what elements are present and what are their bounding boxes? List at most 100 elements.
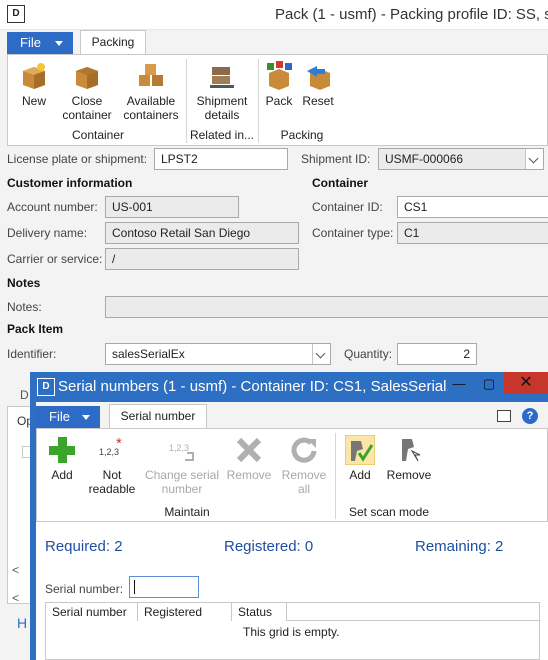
registered-label: Registered: (224, 538, 301, 555)
scan-mode-add-label: Add (349, 468, 371, 482)
pack-window-titlebar: D Pack (1 - usmf) - Packing profile ID: … (0, 0, 548, 30)
chevron-down-icon (55, 41, 63, 46)
change-serial-number-button[interactable]: 1,2,3 Change serial number (141, 435, 223, 496)
serial-number-label: Serial number: (45, 582, 124, 596)
pack-button[interactable]: Pack (262, 61, 296, 108)
carrier-label: Carrier or service: (7, 252, 103, 266)
shipment-id-label: Shipment ID: (301, 152, 371, 166)
tab-packing[interactable]: Packing (80, 30, 146, 55)
remaining-label: Remaining: (415, 538, 491, 555)
serial-grid-header: Serial number Registered Status (46, 603, 539, 621)
background-grid (7, 406, 32, 604)
new-button-label: New (21, 94, 46, 108)
serial-grid[interactable]: Serial number Registered Status This gri… (45, 602, 540, 660)
identifier-field[interactable]: salesSerialEx (105, 343, 331, 365)
change-serial-label-1: Change serial (144, 468, 220, 482)
new-container-icon (23, 63, 45, 89)
available-containers-label-2: containers (123, 108, 179, 122)
shipment-details-label-1: Shipment (196, 94, 248, 108)
scan-mode-remove-label: Remove (386, 468, 432, 482)
container-id-label: Container ID: (312, 200, 383, 214)
not-readable-icon: 1,2,3 * (99, 435, 122, 457)
quantity-label: Quantity: (344, 347, 393, 361)
close-container-label-2: container (62, 108, 112, 122)
identifier-value: salesSerialEx (112, 347, 185, 361)
tab-serial-number[interactable]: Serial number (109, 404, 207, 429)
registered-count: Registered: 0 (224, 538, 313, 555)
grid-column-serial-number[interactable]: Serial number (46, 603, 138, 621)
grid-column-registered[interactable]: Registered (138, 603, 232, 621)
serial-numbers-window: D Serial numbers (1 - usmf) - Container … (30, 372, 548, 660)
reset-button[interactable]: Reset (298, 61, 338, 108)
scan-mode-remove-button[interactable]: Remove (383, 435, 435, 482)
file-tab[interactable]: File (7, 32, 73, 54)
shipment-details-label-2: details (204, 108, 240, 122)
remaining-count: Remaining: 2 (415, 538, 503, 555)
scan-mode-add-button[interactable]: Add (339, 435, 381, 482)
reset-icon (307, 66, 330, 90)
chevron-down-icon (82, 415, 90, 420)
remove-serial-button[interactable]: Remove (225, 435, 273, 482)
notes-header: Notes (7, 276, 41, 290)
add-serial-label: Add (51, 468, 73, 482)
close-container-icon (76, 67, 98, 89)
scroll-left-icon[interactable]: < (12, 591, 19, 605)
container-type-field[interactable]: C1 (397, 222, 548, 244)
chevron-down-icon[interactable] (312, 344, 330, 364)
ribbon-tab-bar: File Packing (0, 30, 548, 55)
svg-text:*: * (116, 435, 122, 452)
new-button[interactable]: New (14, 61, 54, 108)
remove-all-button[interactable]: Remove all (277, 435, 331, 496)
available-containers-button[interactable]: Available containers (119, 61, 183, 122)
available-containers-icon (139, 64, 163, 86)
window-title: Pack (1 - usmf) - Packing profile ID: SS… (275, 6, 548, 23)
ribbon-separator (186, 59, 187, 143)
reset-button-label: Reset (302, 94, 334, 108)
serial-window-title: Serial numbers (1 - usmf) - Container ID… (58, 378, 459, 395)
shipment-details-button[interactable]: Shipment details (192, 61, 252, 122)
serial-ribbon: Add 1,2,3 * Not readable 1,2,3 Change se… (36, 428, 548, 522)
container-header: Container (312, 176, 369, 190)
scroll-left-icon[interactable]: < (12, 563, 19, 577)
container-id-field[interactable]: CS1 (397, 196, 548, 218)
account-number-field[interactable]: US-001 (105, 196, 239, 218)
layout-icon[interactable] (497, 410, 511, 422)
delivery-name-field[interactable]: Contoso Retail San Diego (105, 222, 299, 244)
pack-item-header: Pack Item (7, 322, 64, 336)
license-plate-field[interactable]: LPST2 (154, 148, 288, 170)
minimize-button[interactable]: — (448, 375, 470, 393)
required-value: 2 (114, 538, 123, 555)
customer-information-header: Customer information (7, 176, 133, 190)
quantity-field[interactable]: 2 (397, 343, 477, 365)
not-readable-label-1: Not (102, 468, 122, 482)
shipment-id-field[interactable]: USMF-000066 (378, 148, 544, 170)
file-tab[interactable]: File (36, 406, 100, 428)
serial-window-titlebar[interactable]: D Serial numbers (1 - usmf) - Container … (30, 372, 548, 400)
help-icon[interactable]: ? (522, 408, 538, 424)
account-number-label: Account number: (7, 200, 98, 214)
remove-serial-label: Remove (226, 468, 272, 482)
ribbon-separator (335, 433, 336, 519)
license-plate-label: License plate or shipment: (7, 152, 148, 166)
close-container-button[interactable]: Close container (60, 61, 114, 122)
barcode-scanner-remove-icon (402, 439, 421, 462)
file-tab-label: File (49, 409, 70, 424)
change-serial-icon: 1,2,3 (169, 443, 194, 461)
grid-column-status[interactable]: Status (232, 603, 287, 621)
app-icon: D (37, 378, 55, 396)
serial-number-input[interactable] (129, 576, 199, 598)
maximize-button[interactable]: ▢ (478, 375, 500, 393)
delivery-name-label: Delivery name: (7, 226, 88, 240)
add-serial-button[interactable]: Add (41, 435, 83, 482)
ribbon-group-packing: Packing (280, 128, 324, 142)
ribbon-group-set-scan-mode: Set scan mode (348, 505, 430, 519)
carrier-field[interactable]: / (105, 248, 299, 270)
chevron-down-icon[interactable] (525, 149, 543, 169)
not-readable-button[interactable]: 1,2,3 * Not readable (85, 435, 139, 496)
notes-label: Notes: (7, 300, 42, 314)
remaining-value: 2 (495, 538, 504, 555)
required-count: Required: 2 (45, 538, 123, 555)
shipment-details-icon (210, 67, 234, 88)
notes-field[interactable] (105, 296, 548, 318)
close-button[interactable]: ✕ (504, 372, 548, 394)
